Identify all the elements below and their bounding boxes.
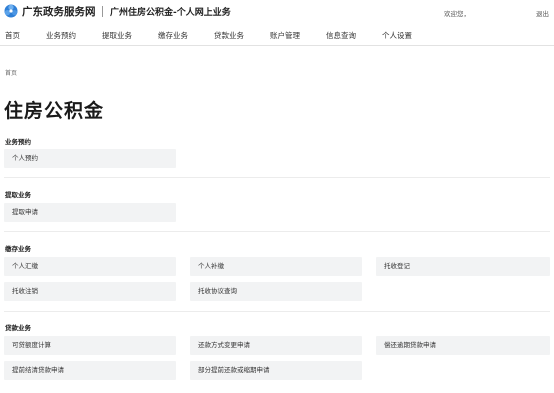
tile-personal-appointment[interactable]: 个人预约 [4, 149, 176, 168]
section-divider [4, 177, 550, 178]
nav-settings[interactable]: 个人设置 [382, 30, 412, 41]
guangdong-logo-icon[interactable] [4, 4, 18, 18]
nav-deposit[interactable]: 缴存业务 [158, 30, 188, 41]
nav-withdraw[interactable]: 提取业务 [102, 30, 132, 41]
section-divider [4, 311, 550, 312]
section-label-loan: 贷款业务 [5, 324, 31, 332]
nav-home[interactable]: 首页 [5, 30, 20, 41]
tile-personal-supplement[interactable]: 个人补缴 [190, 257, 362, 276]
tile-withdraw-apply[interactable]: 提取申请 [4, 203, 176, 222]
logout-link[interactable]: 退出 [536, 8, 549, 18]
site-name[interactable]: 广东政务服务网 [22, 4, 96, 19]
system-title: 广州住房公积金-个人网上业务 [110, 8, 231, 18]
tile-collection-register[interactable]: 托收登记 [376, 257, 550, 276]
nav-appointment[interactable]: 业务预约 [46, 30, 76, 41]
section-label-appointment: 业务预约 [5, 138, 31, 146]
nav-query[interactable]: 信息查询 [326, 30, 356, 41]
header-divider [102, 6, 103, 17]
tile-overdue-repayment[interactable]: 偿还逾期贷款申请 [376, 336, 550, 355]
tile-early-settlement[interactable]: 提前结清贷款申请 [4, 361, 176, 380]
main-nav: 首页 业务预约 提取业务 缴存业务 贷款业务 账户管理 信息查询 个人设置 [0, 26, 554, 46]
tile-partial-prepayment[interactable]: 部分提前还款或缩期申请 [190, 361, 362, 380]
nav-loan[interactable]: 贷款业务 [214, 30, 244, 41]
tile-collection-agreement-query[interactable]: 托收协议查询 [190, 282, 362, 301]
page-title: 住房公积金 [4, 100, 105, 122]
nav-account[interactable]: 账户管理 [270, 30, 300, 41]
tile-loan-limit-calc[interactable]: 可贷额度计算 [4, 336, 176, 355]
section-divider [4, 231, 550, 232]
section-label-deposit: 缴存业务 [5, 245, 31, 253]
breadcrumb[interactable]: 首页 [5, 68, 17, 77]
top-header: 广东政务服务网 广州住房公积金-个人网上业务 欢迎您， 退出 [0, 0, 554, 24]
tile-collection-cancel[interactable]: 托收注销 [4, 282, 176, 301]
tile-repayment-method-change[interactable]: 还款方式变更申请 [190, 336, 362, 355]
welcome-text: 欢迎您， [444, 10, 470, 18]
tile-personal-remit[interactable]: 个人汇缴 [4, 257, 176, 276]
section-label-withdraw: 提取业务 [5, 191, 31, 199]
